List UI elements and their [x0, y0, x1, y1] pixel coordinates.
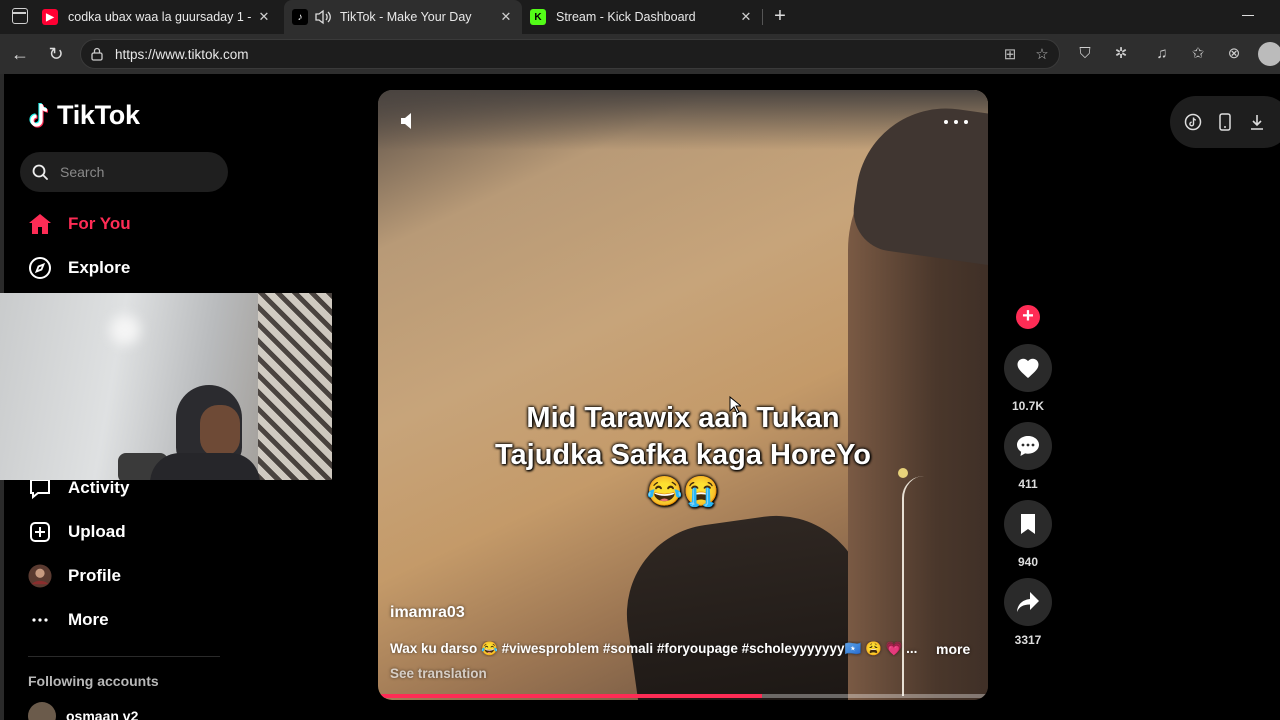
sidebar-item-explore[interactable]: Explore: [28, 254, 130, 282]
see-translation-link[interactable]: See translation: [390, 666, 487, 681]
caption-line: 😂😭: [646, 476, 720, 508]
youtube-icon: ▶: [42, 9, 58, 25]
browser-tab-tiktok[interactable]: ♪ TikTok - Make Your Day ✕: [284, 0, 522, 34]
tiktok-icon: ♪: [292, 9, 308, 25]
caption-line: Mid Tarawix aan Tukan: [526, 402, 840, 434]
browser-tab-kick[interactable]: K Stream - Kick Dashboard ✕: [530, 0, 762, 34]
lock-icon[interactable]: [91, 47, 103, 61]
tiktok-page: TikTok Search For You Explore 33 Activit…: [0, 74, 1280, 720]
video-caption-overlay: Mid Tarawix aan Tukan Tajudka Safka kaga…: [378, 400, 988, 511]
mouse-cursor-icon: [729, 396, 741, 414]
video-player[interactable]: Mid Tarawix aan Tukan Tajudka Safka kaga…: [378, 90, 988, 700]
tiktok-logo[interactable]: TikTok: [28, 100, 140, 131]
tiktok-circle-icon[interactable]: [1184, 113, 1202, 131]
search-icon: [32, 164, 48, 180]
following-account-item[interactable]: osmaan v2: [28, 702, 138, 720]
sidebar-item-label: Explore: [68, 258, 131, 277]
heart-icon: [1017, 358, 1039, 378]
video-description: Wax ku darso 😂 #viwesproblem #somali #fo…: [390, 641, 918, 656]
sidebar-item-upload[interactable]: Upload: [28, 518, 126, 546]
upload-icon: [28, 520, 52, 544]
webcam-light: [110, 315, 140, 345]
top-right-controls: [1170, 96, 1280, 148]
save-button[interactable]: [1004, 500, 1052, 548]
sidebar-item-label: Upload: [68, 522, 126, 541]
share-button[interactable]: [1004, 578, 1052, 626]
tab-title: Stream - Kick Dashboard: [556, 10, 696, 24]
tab-actions-icon[interactable]: [12, 8, 28, 24]
comment-icon: [1017, 436, 1039, 456]
download-icon[interactable]: [1248, 113, 1266, 131]
sidebar-item-label: Activity: [68, 478, 130, 497]
minimize-button[interactable]: [1242, 15, 1254, 16]
url-text[interactable]: https://www.tiktok.com: [115, 47, 249, 62]
kick-icon: K: [530, 9, 546, 25]
comment-count: 411: [1018, 477, 1038, 491]
following-account-name: osmaan v2: [66, 708, 139, 720]
sidebar-item-label: Profile: [68, 566, 121, 585]
more-icon: [28, 608, 52, 632]
sidebar-item-more[interactable]: More: [28, 606, 109, 634]
like-button[interactable]: [1004, 344, 1052, 392]
browser-toolbar: ← ↻ https://www.tiktok.com ⊞ ☆ ⛉ ✲ ♫ ✩ ⊗: [0, 34, 1280, 74]
share-count: 3317: [1014, 633, 1042, 647]
tiktok-note-icon: [29, 102, 49, 128]
sidebar-divider: [28, 656, 220, 657]
video-progress-fill: [378, 694, 763, 698]
video-username[interactable]: imamra03: [390, 604, 465, 622]
webcam-overlay: [0, 293, 332, 480]
shield-extension-icon[interactable]: ⛉: [1075, 44, 1095, 64]
avatar-icon: [28, 564, 52, 588]
follow-button[interactable]: +: [1016, 305, 1040, 329]
following-accounts-title: Following accounts: [28, 673, 159, 689]
mobile-icon[interactable]: [1216, 113, 1234, 131]
webcam-curtain: [258, 293, 332, 480]
video-progress-bar[interactable]: [378, 694, 988, 698]
speaker-icon[interactable]: [314, 9, 332, 25]
caption-line: Tajudka Safka kaga HoreYo: [494, 439, 872, 471]
sidebar-item-for-you[interactable]: For You: [28, 210, 131, 238]
brand-name: TikTok: [57, 100, 140, 130]
share-icon: [1017, 592, 1039, 612]
tab-title: TikTok - Make Your Day: [340, 10, 472, 24]
media-icon[interactable]: ♫: [1152, 44, 1172, 64]
browser-tab-bar: ▶ codka ubax waa la guursaday 1 - ✕ ♪ Ti…: [0, 0, 1280, 34]
like-count: 10.7K: [1011, 399, 1045, 413]
sidebar-item-label: For You: [68, 214, 131, 233]
video-scene-shape: [615, 504, 881, 700]
tab-title: codka ubax waa la guursaday 1 -: [68, 10, 252, 24]
address-bar[interactable]: https://www.tiktok.com ⊞ ☆: [80, 39, 1060, 69]
favorites-icon[interactable]: ✩: [1188, 44, 1208, 64]
close-icon[interactable]: ✕: [256, 9, 272, 25]
extensions-icon[interactable]: ✲: [1111, 44, 1131, 64]
search-input[interactable]: Search: [20, 152, 228, 192]
new-tab-button[interactable]: +: [770, 4, 790, 28]
search-placeholder: Search: [60, 164, 105, 180]
reload-button[interactable]: ↻: [46, 44, 66, 64]
copilot-icon[interactable]: ⊗: [1224, 44, 1244, 64]
browser-tab-youtube[interactable]: ▶ codka ubax waa la guursaday 1 - ✕: [42, 0, 280, 34]
comment-button[interactable]: [1004, 422, 1052, 470]
close-icon[interactable]: ✕: [498, 9, 514, 25]
sidebar-item-profile[interactable]: Profile: [28, 562, 121, 590]
save-count: 940: [1017, 555, 1039, 569]
home-icon: [28, 212, 52, 236]
favorite-star-icon[interactable]: ☆: [1033, 46, 1051, 64]
app-available-icon[interactable]: ⊞: [1001, 46, 1019, 64]
more-options-icon[interactable]: [944, 110, 968, 134]
tab-separator: [762, 9, 763, 25]
profile-avatar[interactable]: [1258, 42, 1280, 66]
compass-icon: [28, 256, 52, 280]
description-more-link[interactable]: more: [936, 641, 970, 657]
sidebar-item-label: More: [68, 610, 109, 629]
close-icon[interactable]: ✕: [738, 9, 754, 25]
back-button[interactable]: ←: [10, 44, 30, 64]
webcam-person-face: [200, 405, 240, 457]
avatar: [28, 702, 56, 720]
bookmark-icon: [1021, 514, 1035, 534]
mute-icon[interactable]: [398, 110, 420, 132]
webcam-person-body: [150, 453, 260, 480]
